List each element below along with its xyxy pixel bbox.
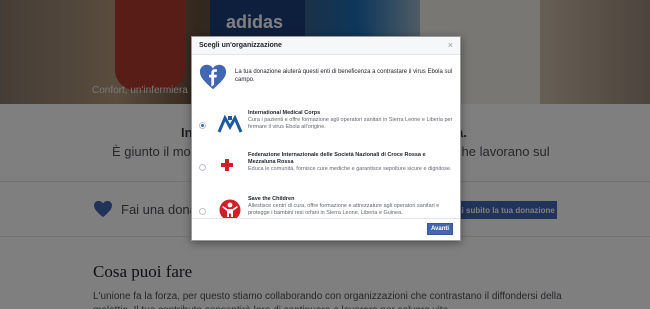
imc-logo-icon bbox=[215, 112, 245, 136]
organization-option[interactable]: International Medical Corps Cura i pazie… bbox=[199, 103, 453, 145]
organization-list: International Medical Corps Cura i pazie… bbox=[192, 103, 460, 231]
next-button[interactable]: Avanti bbox=[427, 223, 453, 235]
organization-option[interactable]: Federazione Internazionale delle Società… bbox=[199, 145, 453, 189]
dialog-title: Scegli un'organizzazione bbox=[199, 42, 282, 49]
dialog-intro: La tua donazione aiuterà questi enti di … bbox=[192, 55, 460, 103]
ifrc-logo-icon bbox=[215, 154, 245, 178]
dialog-header: Scegli un'organizzazione × bbox=[192, 37, 460, 55]
radio-save-the-children[interactable] bbox=[199, 208, 206, 215]
radio-international-medical-corps[interactable] bbox=[199, 122, 206, 129]
choose-organization-dialog: Scegli un'organizzazione × La tua donazi… bbox=[191, 36, 461, 241]
radio-red-cross[interactable] bbox=[199, 164, 206, 171]
organization-name: Federazione Internazionale delle Società… bbox=[248, 152, 426, 165]
organization-description: Educa le comunità, fornisce cure mediche… bbox=[248, 166, 452, 172]
organization-name: International Medical Corps bbox=[248, 110, 321, 116]
facebook-heart-icon bbox=[199, 64, 227, 90]
dialog-intro-text: La tua donazione aiuterà questi enti di … bbox=[235, 69, 453, 83]
organization-name: Save the Children bbox=[248, 196, 295, 202]
organization-description: Allestisce centri di cura, offre formazi… bbox=[248, 203, 440, 216]
close-icon[interactable]: × bbox=[448, 41, 453, 50]
organization-description: Cura i pazienti e offre formazione agli … bbox=[248, 117, 453, 130]
dialog-footer: Avanti bbox=[192, 218, 460, 240]
